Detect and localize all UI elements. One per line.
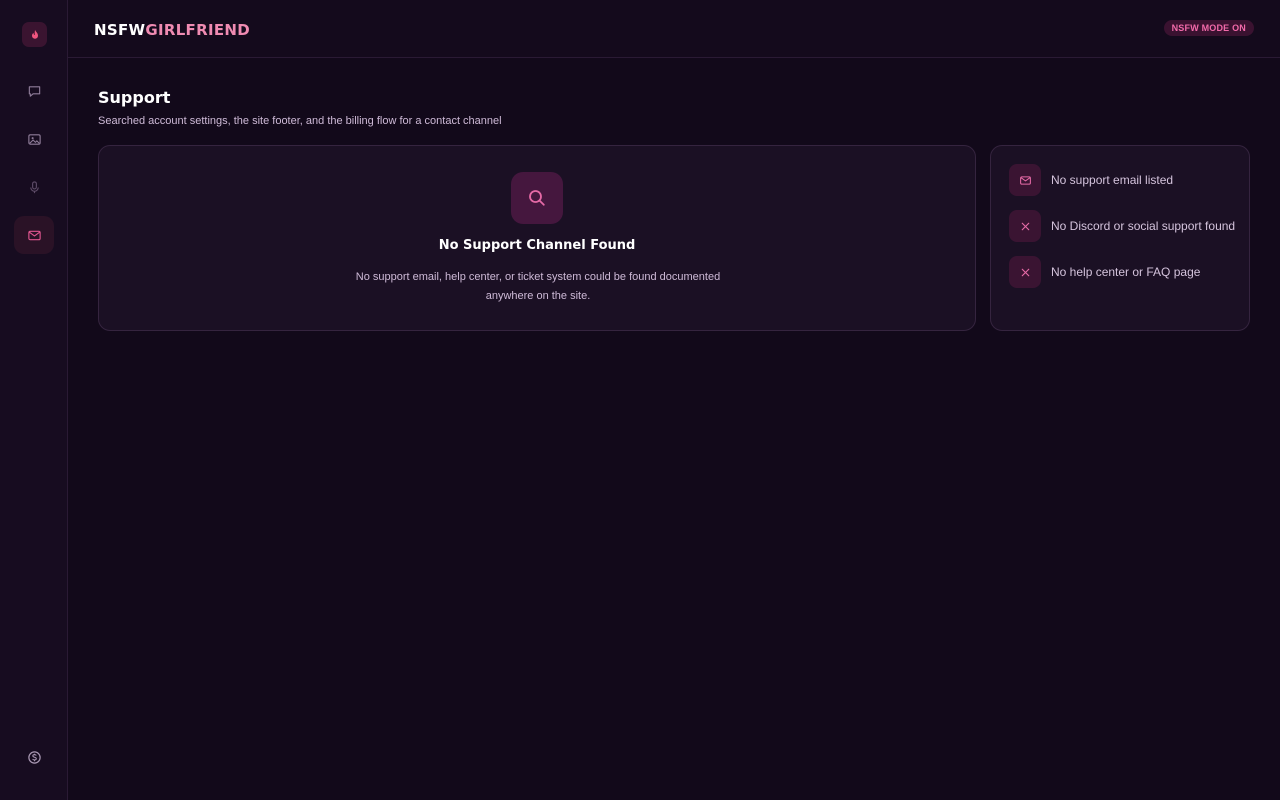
page-subtitle: Searched account settings, the site foot… xyxy=(98,115,502,127)
brand-part-nsfw: NSFW xyxy=(94,21,146,39)
brand-part-girlfriend: GIRLFRIEND xyxy=(145,21,250,39)
list-item: No Discord or social support found xyxy=(1009,210,1235,242)
page-header: Support Searched account settings, the s… xyxy=(98,88,502,127)
sidebar-item-images[interactable] xyxy=(14,120,54,158)
flame-logo-icon[interactable] xyxy=(22,22,47,47)
brand-logo[interactable]: NSFWGIRLFRIEND xyxy=(94,21,250,39)
list-item: No support email listed xyxy=(1009,164,1173,196)
dollar-coin-icon xyxy=(27,750,41,764)
search-icon xyxy=(511,172,563,224)
mail-icon xyxy=(1009,164,1041,196)
result-title: No Support Channel Found xyxy=(438,238,636,253)
sidebar xyxy=(0,0,68,800)
image-icon xyxy=(27,133,41,145)
support-checklist-card: No support email listed No Discord or so… xyxy=(990,145,1250,331)
sidebar-item-voice[interactable] xyxy=(14,168,54,206)
sidebar-item-billing[interactable] xyxy=(14,738,54,776)
list-item: No help center or FAQ page xyxy=(1009,256,1200,288)
page-title: Support xyxy=(98,88,171,107)
microphone-icon xyxy=(29,180,39,193)
sidebar-item-support[interactable] xyxy=(14,216,54,254)
support-result-card: No Support Channel Found No support emai… xyxy=(98,145,976,331)
sidebar-item-chat[interactable] xyxy=(14,72,54,110)
nsfw-mode-badge[interactable]: NSFW MODE ON xyxy=(1163,20,1254,36)
list-item-label: No Discord or social support found xyxy=(1051,219,1236,233)
result-description: No support email, help center, or ticket… xyxy=(355,271,721,302)
top-bar: NSFWGIRLFRIEND NSFW MODE ON xyxy=(68,0,1280,58)
mail-icon xyxy=(27,230,41,240)
chat-icon xyxy=(28,85,40,97)
list-item-label: No support email listed xyxy=(1051,173,1174,187)
close-icon xyxy=(1009,210,1041,242)
list-item-label: No help center or FAQ page xyxy=(1051,265,1201,279)
close-icon xyxy=(1009,256,1041,288)
